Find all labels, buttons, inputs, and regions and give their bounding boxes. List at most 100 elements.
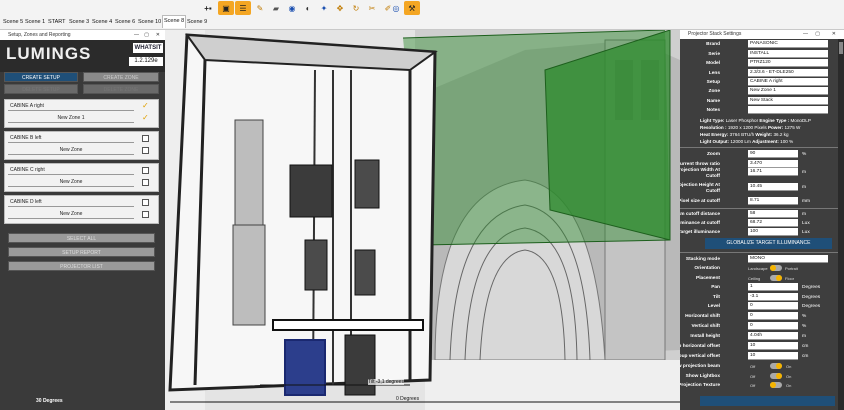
illuminance-value: 68.72 xyxy=(748,219,798,227)
tab-scene-10[interactable]: Scene 10 xyxy=(137,17,162,27)
checkbox[interactable] xyxy=(142,167,149,174)
wrench-icon[interactable]: ✎ xyxy=(252,1,268,15)
tab-scene-1[interactable]: Scene 1 xyxy=(24,17,46,27)
globalize-illuminance-button[interactable]: GLOBALIZE TARGET ILLUMINANCE xyxy=(705,238,832,249)
name-input[interactable]: New Stack xyxy=(748,97,828,105)
chevron-down-icon[interactable]: ▾ xyxy=(824,255,827,264)
delete-zone-button[interactable]: DELETE ZONE xyxy=(83,84,159,94)
checkbox[interactable] xyxy=(142,199,149,206)
scrollbar-thumb[interactable] xyxy=(839,42,843,54)
cabin-zone[interactable]: New Zone xyxy=(8,209,134,219)
camera-list-icon[interactable]: ▣ xyxy=(218,1,234,15)
create-setup-button[interactable]: CREATE SETUP xyxy=(4,72,78,82)
whatsit-logo[interactable]: WHATSIT xyxy=(133,43,163,53)
chevron-down-icon[interactable]: ▾ xyxy=(824,78,827,87)
add-projector-icon[interactable]: +▪ xyxy=(200,1,216,15)
cabin-name[interactable]: CABINE C right xyxy=(8,165,134,175)
brand-select[interactable]: PANASONIC xyxy=(748,40,828,48)
group-h-offset-input[interactable]: 10 xyxy=(748,342,798,350)
chevron-down-icon[interactable]: ▾ xyxy=(824,87,827,96)
eye-icon[interactable]: ◐ xyxy=(300,1,316,15)
check-icon[interactable]: ✓ xyxy=(142,102,149,110)
cabin-zone[interactable]: New Zone xyxy=(8,177,134,187)
level-input[interactable]: 0 xyxy=(748,302,798,310)
show-beam-toggle[interactable] xyxy=(770,363,782,369)
zone-select[interactable]: New Zone 1 xyxy=(748,87,828,95)
checkbox[interactable] xyxy=(142,179,149,186)
zone-label: Zone xyxy=(708,89,720,94)
maximize-icon[interactable]: ▢ xyxy=(815,30,820,39)
close-icon[interactable]: ✕ xyxy=(832,30,836,39)
tab-scene-3[interactable]: Scene 3 xyxy=(68,17,90,27)
setup-select[interactable]: CABINE A right xyxy=(748,78,828,86)
projection-texture-toggle[interactable] xyxy=(770,382,782,388)
snap-icon[interactable]: ✦ xyxy=(316,1,332,15)
move-icon[interactable]: ✥ xyxy=(332,1,348,15)
globe-icon[interactable]: ◉ xyxy=(284,1,300,15)
delete-setup-button[interactable]: DELETE SETUP xyxy=(4,84,78,94)
tab-start[interactable]: START xyxy=(47,17,67,27)
serie-select[interactable]: INSTALL xyxy=(748,50,828,58)
group-v-offset-input[interactable]: 10 xyxy=(748,352,798,360)
v-shift-input[interactable]: 0 xyxy=(748,322,798,330)
visibility-icon[interactable]: ◎ xyxy=(388,1,404,15)
setup-report-button[interactable]: SETUP REPORT xyxy=(8,247,155,257)
cabin-item[interactable]: CABINE C right New Zone xyxy=(4,163,159,192)
tab-scene-5[interactable]: Scene 5 xyxy=(2,17,24,27)
cabin-name[interactable]: CABINE B left xyxy=(8,133,134,143)
settings-wrench-icon[interactable]: ⚒ xyxy=(404,1,420,15)
cabin-name[interactable]: CABINE D left xyxy=(8,197,134,207)
install-height-input[interactable]: 4.04h xyxy=(748,332,798,340)
lens-select[interactable]: 2.3/3.6 - ET-DLE250 xyxy=(748,69,828,77)
cabin-name[interactable]: CABINE A right xyxy=(8,101,134,111)
beam-cutoff-input[interactable]: 58 xyxy=(748,210,798,218)
orientation-toggle[interactable] xyxy=(770,265,782,271)
projection-height-row: Projection Height At Cutoff 10.45 m xyxy=(680,183,836,197)
v-shift-row: Vertical shift 0% xyxy=(680,322,836,331)
zero-degrees-label: 0 Degrees xyxy=(396,396,420,402)
tab-scene-4[interactable]: Scene 4 xyxy=(91,17,113,27)
chevron-down-icon[interactable]: ▾ xyxy=(824,59,827,68)
select-all-button[interactable]: SELECT ALL xyxy=(8,233,155,243)
stacking-mode-select[interactable]: MONO xyxy=(748,255,828,263)
orientation-row: Orientation Landscape Portrait xyxy=(680,264,836,273)
maximize-icon[interactable]: ▢ xyxy=(144,30,149,40)
bottom-action-bar[interactable] xyxy=(700,396,835,406)
minimize-icon[interactable]: — xyxy=(134,30,139,40)
cabin-item[interactable]: CABINE D left New Zone xyxy=(4,195,159,224)
tab-scene-6[interactable]: Scene 6 xyxy=(114,17,136,27)
chevron-down-icon[interactable]: ▾ xyxy=(824,40,827,49)
projection-height-value: 10.45 xyxy=(748,183,798,191)
check-icon[interactable]: ✓ xyxy=(142,114,149,122)
tab-scene-9[interactable]: Scene 9 xyxy=(186,17,208,27)
pan-input[interactable]: 1 xyxy=(748,283,798,291)
model-select[interactable]: PTRZ120 xyxy=(748,59,828,67)
show-lightbox-toggle[interactable] xyxy=(770,373,782,379)
chevron-down-icon[interactable]: ▾ xyxy=(824,69,827,78)
cabin-zone[interactable]: New Zone xyxy=(8,145,134,155)
chevron-down-icon[interactable]: ▾ xyxy=(824,50,827,59)
notes-input[interactable] xyxy=(748,106,828,114)
settings-scrollbar[interactable] xyxy=(838,39,844,410)
close-icon[interactable]: ✕ xyxy=(156,30,160,40)
rotate-icon[interactable]: ↻ xyxy=(348,1,364,15)
cabin-zone[interactable]: New Zone 1 xyxy=(8,113,134,123)
projector-icon[interactable]: ▰ xyxy=(268,1,284,15)
cabin-item[interactable]: CABINE A right ✓ New Zone 1 ✓ xyxy=(4,99,159,128)
list-icon[interactable]: ☰ xyxy=(235,1,251,15)
create-zone-button[interactable]: CREATE ZONE xyxy=(83,72,159,82)
target-illuminance-input[interactable]: 100 xyxy=(748,228,798,236)
tab-scene-8[interactable]: Scene 8 xyxy=(162,15,187,28)
checkbox[interactable] xyxy=(142,211,149,218)
cabin-item[interactable]: CABINE B left New Zone xyxy=(4,131,159,160)
projector-list-button[interactable]: PROJECTOR LIST xyxy=(8,261,155,271)
cut-icon[interactable]: ✂ xyxy=(364,1,380,15)
h-shift-input[interactable]: 0 xyxy=(748,312,798,320)
zoom-input[interactable]: 90 xyxy=(748,150,798,158)
checkbox[interactable] xyxy=(142,147,149,154)
tilt-input[interactable]: -3.1 xyxy=(748,293,798,301)
placement-toggle[interactable] xyxy=(770,275,782,281)
3d-viewport[interactable]: Tilt -3,1 degrees 0 Degrees xyxy=(165,30,680,410)
minimize-icon[interactable]: — xyxy=(803,30,808,39)
checkbox[interactable] xyxy=(142,135,149,142)
